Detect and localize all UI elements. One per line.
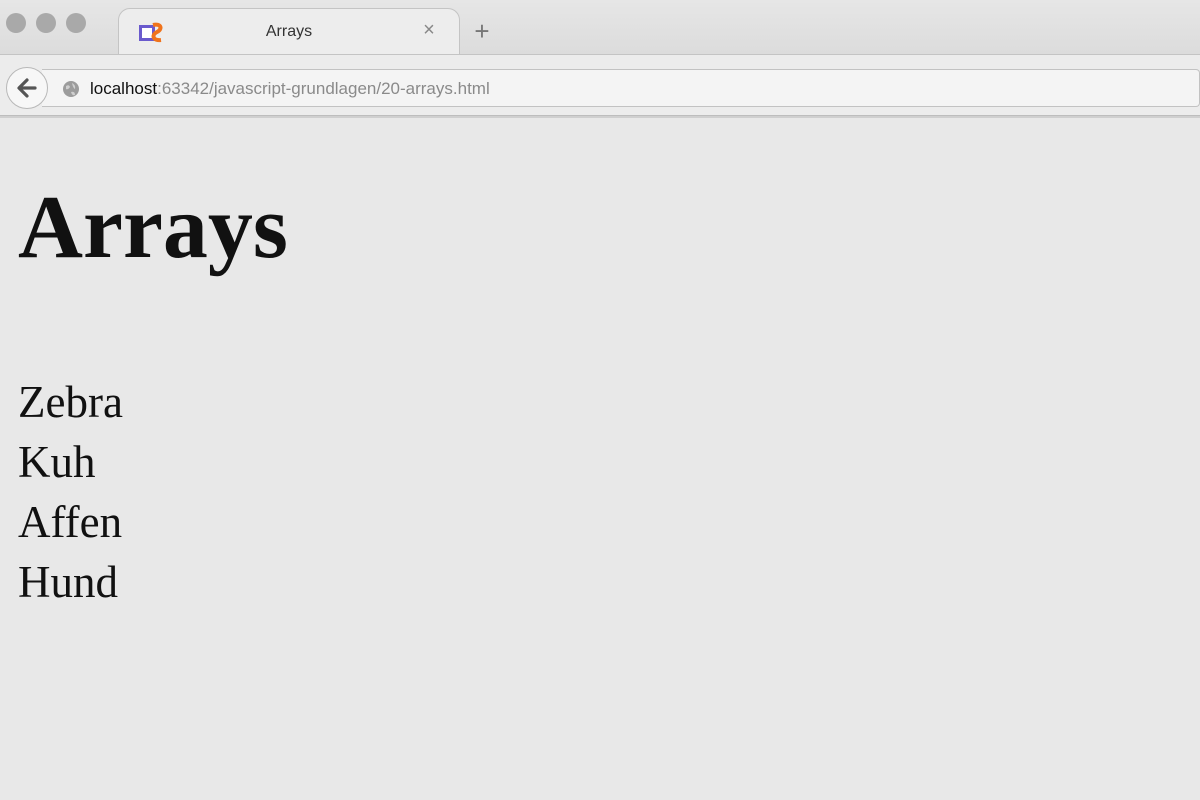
window-controls (6, 13, 86, 33)
minimize-window-button[interactable] (36, 13, 56, 33)
arrow-left-icon (17, 78, 37, 98)
list-item: Affen (18, 497, 123, 547)
list-item: Kuh (18, 437, 96, 487)
url-host: localhost (90, 79, 158, 98)
globe-icon (63, 81, 79, 97)
url-path: :63342/javascript-grundlagen/20-arrays.h… (157, 79, 490, 98)
tab-bar: Arrays × + (0, 0, 1200, 54)
address-bar[interactable]: localhost:63342/javascript-grundlagen/20… (42, 69, 1200, 107)
url-text[interactable]: localhost:63342/javascript-grundlagen/20… (90, 79, 490, 99)
list-item: Zebra (18, 377, 123, 427)
new-tab-button[interactable]: + (470, 18, 494, 44)
toolbar-divider (0, 116, 1200, 118)
zoom-window-button[interactable] (66, 13, 86, 33)
back-button[interactable] (6, 67, 48, 109)
close-tab-icon[interactable]: × (419, 20, 439, 40)
tab-title: Arrays (265, 23, 313, 40)
tab-arrays[interactable]: Arrays × (118, 8, 460, 54)
list-item: Hund (18, 557, 118, 607)
close-window-button[interactable] (6, 13, 26, 33)
animal-list: Zebra Kuh Affen Hund (18, 372, 123, 612)
page-heading: Arrays (18, 178, 288, 277)
toolbar: localhost:63342/javascript-grundlagen/20… (0, 54, 1200, 116)
